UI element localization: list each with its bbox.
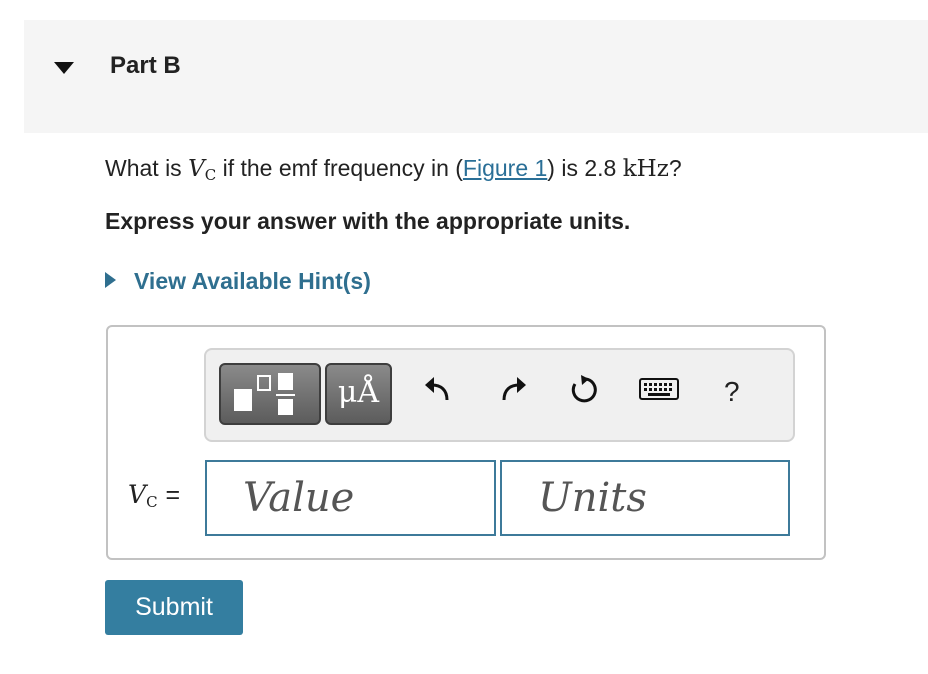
keyboard-icon[interactable]	[638, 374, 680, 404]
instruction-text: Express your answer with the appropriate…	[105, 208, 631, 234]
submit-button[interactable]: Submit	[105, 580, 243, 635]
collapse-caret-icon[interactable]	[54, 62, 74, 74]
templates-button[interactable]	[219, 363, 321, 425]
figure-link[interactable]: Figure 1	[463, 155, 547, 181]
redo-icon[interactable]	[496, 372, 530, 406]
question-middle: if the emf frequency in (	[222, 155, 463, 181]
units-button[interactable]: μÅ	[325, 363, 392, 425]
value-input[interactable]: Value	[205, 460, 496, 536]
view-hints-link[interactable]: View Available Hint(s)	[105, 268, 371, 295]
undo-icon[interactable]	[421, 372, 455, 406]
reset-icon[interactable]	[566, 372, 600, 406]
question-suffix: ?	[668, 155, 682, 181]
units-input[interactable]: Units	[500, 460, 790, 536]
answer-label: VC =	[128, 480, 181, 511]
answer-box: μÅ ? VC = Value Units	[106, 325, 826, 560]
question-after-link: ) is 2.8	[547, 155, 617, 181]
part-header[interactable]: Part B	[24, 20, 928, 133]
question-prefix: What is	[105, 155, 182, 181]
hint-label: View Available Hint(s)	[134, 268, 371, 294]
expand-triangle-icon	[105, 272, 116, 288]
help-button[interactable]: ?	[724, 376, 740, 408]
templates-icon	[234, 373, 295, 415]
units-button-label: μÅ	[337, 375, 380, 410]
question-variable: VC	[188, 156, 217, 184]
question-text: What is VC if the emf frequency in (Figu…	[105, 155, 682, 184]
part-title: Part B	[110, 52, 181, 79]
question-unit: kHz	[622, 156, 669, 182]
math-toolbar: μÅ ?	[204, 348, 795, 442]
